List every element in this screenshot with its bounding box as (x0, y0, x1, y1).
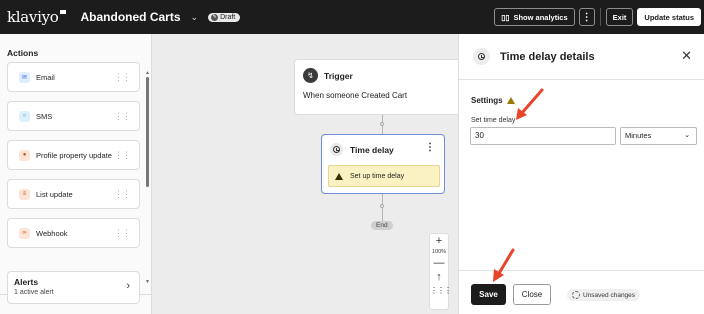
zoom-in-button[interactable]: + (430, 234, 448, 248)
scroll-up-icon[interactable]: ▲ (145, 70, 150, 76)
zoom-controls: + 100% — ↑ ⋮⋮⋮ (429, 233, 452, 310)
unsaved-changes-badge: Unsaved changes (567, 289, 641, 301)
exit-button[interactable]: Exit (605, 8, 634, 26)
time-unit-select[interactable]: Minutes ⌄ (620, 127, 697, 145)
drag-handle-icon[interactable]: ⋮⋮ (114, 150, 131, 161)
sidebar-item-webhook[interactable]: ∞ Webhook ⋮⋮ (7, 218, 140, 248)
time-delay-field-label: Set time delay (471, 117, 516, 124)
time-delay-node[interactable]: Time delay ⋮ Set up time delay (321, 134, 445, 194)
sidebar-item-sms[interactable]: ○ SMS ⋮⋮ (7, 101, 140, 131)
show-analytics-button[interactable]: ▯▯ Show analytics (494, 8, 575, 26)
sidebar-item-profile-property-update[interactable]: ● Profile property update ⋮⋮ (7, 140, 140, 170)
sidebar-item-email[interactable]: ✉ Email ⋮⋮ (7, 62, 140, 92)
spinner-icon (572, 291, 580, 299)
connector-dot[interactable] (380, 204, 384, 208)
time-delay-label: Time delay (350, 144, 394, 155)
setup-warning[interactable]: Set up time delay (328, 165, 440, 187)
save-button[interactable]: Save (471, 284, 506, 305)
panel-header: Time delay details (459, 34, 704, 80)
divider (599, 8, 601, 26)
connector-dot[interactable] (380, 122, 384, 126)
more-options-button[interactable]: ⋮ (578, 8, 595, 26)
flow-title[interactable]: Abandoned Carts (81, 10, 181, 24)
update-status-button[interactable]: Update status (637, 8, 701, 26)
sidebar-item-label: SMS (36, 111, 53, 121)
warning-icon (335, 172, 343, 180)
close-button[interactable]: Close (513, 284, 551, 305)
sidebar-heading: Actions (7, 48, 39, 58)
lightning-icon: ↯ (303, 68, 318, 83)
bar-chart-icon: ▯▯ (501, 12, 510, 22)
chevron-right-icon: › (126, 280, 130, 292)
annotation-arrow-icon (493, 248, 515, 282)
chevron-down-icon: ⌄ (684, 132, 690, 139)
person-icon: ● (19, 149, 30, 161)
sidebar-item-label: List update (36, 189, 73, 199)
alerts-card[interactable]: Alerts 1 active alert › (7, 271, 140, 304)
drag-handle-icon[interactable]: ⋮⋮ (114, 189, 131, 200)
trigger-description: When someone Created Cart (303, 91, 408, 100)
trigger-label: Trigger (324, 70, 353, 81)
status-badge: ✎ Draft (208, 12, 241, 22)
sidebar-scrollbar[interactable] (146, 77, 149, 187)
sidebar-item-label: Email (36, 72, 55, 82)
drag-handle-icon[interactable]: ⋮⋮ (114, 111, 131, 122)
envelope-icon: ✉ (19, 71, 30, 83)
zoom-level: 100% (431, 249, 447, 255)
clock-icon (473, 48, 490, 65)
arrow-up-icon[interactable]: ↑ (430, 270, 448, 284)
settings-heading: Settings (471, 96, 515, 105)
panel-title: Time delay details (500, 50, 595, 63)
klaviyo-logo[interactable]: klaviyo (7, 8, 66, 26)
sidebar-item-label: Webhook (36, 228, 68, 238)
end-marker: End (371, 221, 393, 230)
connector-line (382, 194, 383, 222)
drag-handle-icon[interactable]: ⋮⋮ (114, 72, 131, 83)
sidebar-item-label: Profile property update (36, 150, 112, 160)
drag-handle-icon[interactable]: ⋮⋮ (114, 228, 131, 239)
clock-icon (330, 143, 343, 156)
list-icon: ≡ (19, 188, 30, 200)
pencil-icon: ✎ (211, 13, 219, 21)
actions-sidebar: Actions ✉ Email ⋮⋮ ○ SMS ⋮⋮ ● Profile pr… (0, 34, 152, 314)
zoom-out-button[interactable]: — (430, 256, 448, 270)
sidebar-item-list-update[interactable]: ≡ List update ⋮⋮ (7, 179, 140, 209)
time-delay-input[interactable]: 30 (470, 127, 616, 145)
grid-icon[interactable]: ⋮⋮⋮ (430, 284, 452, 298)
close-icon[interactable]: ✕ (681, 48, 692, 64)
flow-canvas[interactable]: ↯ Trigger When someone Created Cart Time… (152, 34, 458, 314)
scroll-down-icon[interactable]: ▼ (145, 279, 150, 285)
chevron-down-icon[interactable]: ⌄ (191, 12, 199, 23)
top-bar: klaviyo Abandoned Carts ⌄ ✎ Draft ▯▯ Show … (0, 0, 704, 34)
alerts-title: Alerts (14, 277, 39, 287)
alerts-count: 1 active alert (14, 289, 54, 296)
webhook-icon: ∞ (19, 227, 30, 239)
warning-text: Set up time delay (350, 172, 405, 180)
annotation-arrow-icon (516, 88, 544, 120)
trigger-node[interactable]: ↯ Trigger When someone Created Cart (294, 59, 458, 115)
node-menu-button[interactable]: ⋮ (425, 142, 435, 153)
message-icon: ○ (19, 110, 30, 122)
